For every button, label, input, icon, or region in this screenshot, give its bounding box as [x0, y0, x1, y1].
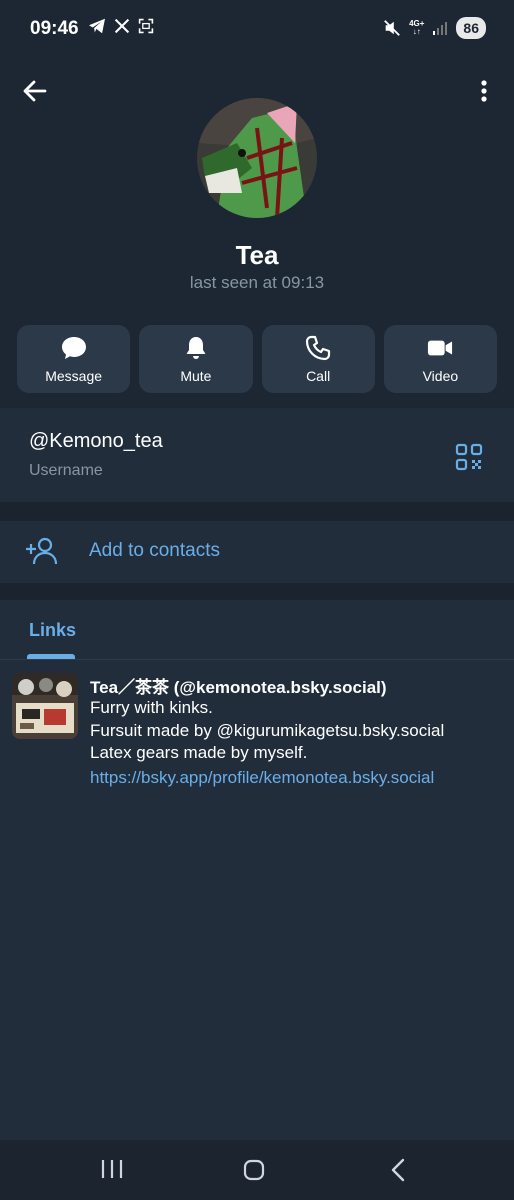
section-divider [0, 583, 514, 600]
arrow-left-icon [23, 80, 47, 102]
status-icons-left [88, 18, 154, 34]
message-label: Message [45, 368, 103, 384]
avatar-image [197, 98, 317, 218]
message-button[interactable]: Message [17, 325, 131, 393]
link-description-line: Furry with kinks. [90, 698, 213, 717]
network-indicator: 4G+ ↓↑ [409, 20, 424, 36]
bell-icon [183, 335, 209, 361]
telegram-icon [89, 18, 105, 34]
system-back-button[interactable] [388, 1157, 408, 1183]
qr-code-button[interactable] [455, 443, 483, 471]
tab-links[interactable]: Links [29, 620, 76, 641]
x-icon [114, 18, 130, 34]
username-label: Username [29, 462, 103, 479]
mute-icon [384, 20, 400, 36]
section-divider [0, 502, 514, 521]
message-icon [61, 335, 87, 361]
profile-avatar[interactable] [197, 98, 317, 218]
link-description-line: Fursuit made by @kigurumikagetsu.bsky.so… [90, 720, 445, 740]
mute-button[interactable]: Mute [139, 325, 253, 393]
video-button[interactable]: Video [383, 325, 497, 393]
data-arrows-icon: ↓↑ [412, 27, 421, 36]
last-seen-status: last seen at 09:13 [189, 273, 325, 292]
more-vertical-icon [481, 80, 487, 102]
add-contact-icon [25, 536, 59, 566]
link-title: Tea／茶茶 (@kemonotea.bsky.social) [90, 678, 387, 697]
home-button[interactable] [242, 1158, 266, 1182]
chevron-left-icon [391, 1158, 405, 1182]
add-to-contacts-row[interactable] [0, 521, 514, 583]
status-time: 09:46 [30, 18, 79, 39]
video-icon [427, 335, 453, 361]
username-value[interactable]: @Kemono_tea [29, 430, 163, 453]
link-description-line: Latex gears made by myself. [90, 743, 308, 762]
back-button[interactable] [20, 76, 50, 106]
phone-icon [305, 335, 331, 361]
mute-label: Mute [180, 368, 212, 384]
video-label: Video [422, 368, 459, 384]
more-menu-button[interactable] [472, 76, 496, 106]
tab-divider [0, 659, 514, 660]
add-to-contacts-label[interactable]: Add to contacts [89, 540, 220, 562]
qr-code-icon [455, 443, 483, 471]
link-thumbnail[interactable] [12, 673, 78, 739]
call-button[interactable]: Call [261, 325, 375, 393]
signal-icon [433, 22, 448, 35]
home-icon [243, 1159, 265, 1181]
action-buttons: Message Mute Call Video [17, 325, 497, 393]
screenshot-icon [138, 18, 154, 34]
recents-button[interactable] [100, 1158, 124, 1180]
battery-indicator: 86 [456, 17, 486, 39]
link-url[interactable]: https://bsky.app/profile/kemonotea.bsky.… [90, 768, 434, 788]
call-label: Call [306, 368, 331, 384]
profile-name: Tea [235, 240, 279, 270]
recents-icon [101, 1160, 123, 1178]
status-icons-right: 4G+ ↓↑ 86 [383, 17, 486, 39]
info-card [0, 408, 514, 502]
link-description: Furry with kinks. Fursuit made by @kigur… [90, 697, 444, 765]
